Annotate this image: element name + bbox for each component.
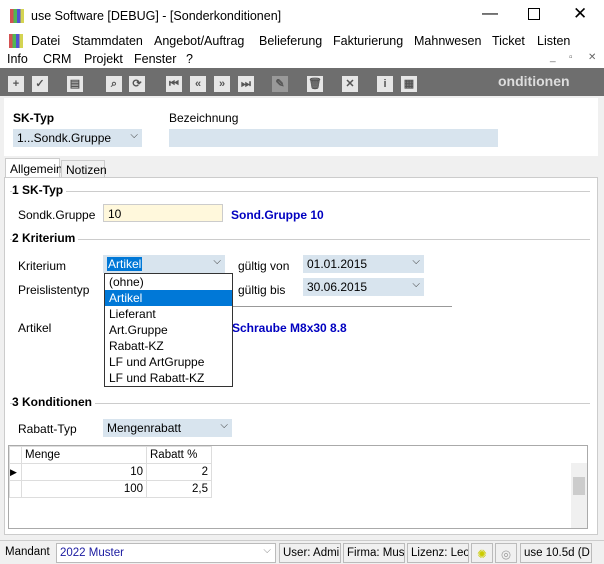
rabatt-typ-label: Rabatt-Typ [18, 422, 77, 436]
toolbar-caption: onditionen [498, 73, 570, 89]
gueltig-bis-label: gültig bis [238, 283, 286, 297]
status-version: use 10.5d (D [520, 543, 592, 563]
artikel-description: Schraube M8x30 8.8 [232, 321, 347, 335]
maximize-button[interactable] [528, 8, 540, 20]
mdi-restore-button[interactable]: ▫ [569, 52, 573, 63]
option-rabatt-kz[interactable]: Rabatt-KZ [105, 338, 232, 354]
bezeichnung-input[interactable] [169, 129, 498, 147]
close-button[interactable]: ✕ [573, 4, 587, 24]
add-icon[interactable]: + [8, 76, 24, 92]
artikel-label: Artikel [18, 321, 52, 335]
divider [233, 306, 452, 307]
toolbar: + ✓ ▤ ⌕ ⟳ ⏮ « » ⏭ ✎ 🗑 ✕ i ▦ onditionen [0, 68, 604, 96]
gueltig-von-date[interactable]: 01.01.2015 ⌵ [303, 255, 424, 273]
menu-crm[interactable]: CRM [43, 52, 71, 66]
sondk-gruppe-label: Sondk.Gruppe [18, 208, 96, 222]
section-sk-typ-title: 1 SK-Typ [12, 183, 67, 197]
notification-light-icon[interactable]: ✺ [471, 543, 493, 563]
kriterium-label: Kriterium [18, 259, 67, 273]
menu-bar: Datei Stammdaten Angebot/Auftrag Beliefe… [0, 32, 604, 68]
option-lf-rabatt-kz[interactable]: LF und Rabatt-KZ [105, 370, 232, 386]
sk-typ-select[interactable]: 1...Sondk.Gruppe ⌵ [13, 129, 142, 147]
column-header-menge[interactable]: Menge [21, 446, 147, 464]
sondk-gruppe-input[interactable]: 10 [103, 204, 223, 222]
menu-ticket[interactable]: Ticket [492, 34, 525, 48]
menu-datei[interactable]: Datei [31, 34, 60, 48]
menu-projekt[interactable]: Projekt [84, 52, 123, 66]
cancel-icon[interactable]: ✕ [342, 76, 358, 92]
konditionen-grid[interactable]: Menge Rabatt % ▶ 10 2 100 2,5 [8, 445, 588, 529]
search-icon[interactable]: ⌕ [106, 76, 122, 92]
print-icon[interactable]: ▤ [67, 76, 83, 92]
preislistentyp-label: Preislistentyp [18, 283, 90, 297]
minimize-button[interactable]: — [482, 5, 498, 23]
rabatt-typ-select[interactable]: Mengenrabatt ⌵ [103, 419, 232, 437]
header-panel: SK-Typ 1...Sondk.Gruppe ⌵ Bezeichnung [4, 98, 598, 156]
info-icon[interactable]: i [377, 76, 393, 92]
mdi-logo-icon [9, 34, 23, 48]
last-record-icon[interactable]: ⏭ [238, 76, 254, 92]
column-header-rabatt[interactable]: Rabatt % [146, 446, 212, 464]
gueltig-bis-date[interactable]: 30.06.2015 ⌵ [303, 278, 424, 296]
sk-typ-label: SK-Typ [13, 111, 55, 125]
status-user: User: Admir [279, 543, 341, 563]
menu-mahnwesen[interactable]: Mahnwesen [414, 34, 481, 48]
menu-angebot-auftrag[interactable]: Angebot/Auftrag [154, 34, 244, 48]
save-check-icon[interactable]: ✓ [32, 76, 48, 92]
kriterium-select[interactable]: Artikel ⌵ [103, 255, 225, 273]
status-firma: Firma: Must [343, 543, 405, 563]
menu-help[interactable]: ? [186, 52, 193, 66]
mandant-select[interactable]: 2022 Muster ⌵ [56, 543, 276, 563]
mdi-close-button[interactable]: ✕ [588, 52, 596, 63]
option-lf-artgruppe[interactable]: LF und ArtGruppe [105, 354, 232, 370]
refresh-icon[interactable]: ⟳ [129, 76, 145, 92]
tab-notizen[interactable]: Notizen [61, 160, 107, 178]
edit-icon[interactable]: ✎ [272, 76, 288, 92]
grid-icon[interactable]: ▦ [401, 76, 417, 92]
bezeichnung-label: Bezeichnung [169, 111, 239, 125]
next-record-icon[interactable]: » [214, 76, 230, 92]
option-art-gruppe[interactable]: Art.Gruppe [105, 322, 232, 338]
previous-record-icon[interactable]: « [190, 76, 206, 92]
status-bar: Mandant 2022 Muster ⌵ User: Admir Firma: … [0, 540, 604, 564]
section-konditionen-title: 3 Konditionen [12, 395, 95, 409]
gueltig-von-label: gültig von [238, 259, 290, 273]
sondk-gruppe-description: Sond.Gruppe 10 [231, 208, 324, 222]
table-row[interactable]: 100 2,5 [9, 480, 212, 498]
mdi-minimize-button[interactable]: _ [550, 52, 556, 63]
option-artikel[interactable]: Artikel [105, 290, 232, 306]
first-record-icon[interactable]: ⏮ [166, 76, 182, 92]
mandant-label: Mandant [5, 546, 50, 558]
delete-icon[interactable]: 🗑 [307, 76, 323, 92]
connection-icon[interactable]: ◎ [495, 543, 517, 563]
menu-fakturierung[interactable]: Fakturierung [333, 34, 403, 48]
status-lizenz: Lizenz: Leor [407, 543, 469, 563]
section-kriterium-title: 2 Kriterium [12, 231, 79, 245]
title-bar: use Software [DEBUG] - [Sonderkonditione… [0, 0, 604, 32]
table-row[interactable]: ▶ 10 2 [9, 463, 212, 481]
menu-stammdaten[interactable]: Stammdaten [72, 34, 143, 48]
menu-belieferung[interactable]: Belieferung [259, 34, 322, 48]
menu-listen[interactable]: Listen [537, 34, 570, 48]
grid-scrollbar[interactable] [571, 463, 587, 528]
option-lieferant[interactable]: Lieferant [105, 306, 232, 322]
menu-info[interactable]: Info [7, 52, 28, 66]
kriterium-dropdown-list: (ohne) Artikel Lieferant Art.Gruppe Raba… [104, 273, 233, 387]
menu-fenster[interactable]: Fenster [134, 52, 176, 66]
tab-allgemein[interactable]: Allgemein [5, 158, 63, 178]
app-logo-icon [10, 9, 24, 23]
option-ohne[interactable]: (ohne) [105, 274, 232, 290]
window-title: use Software [DEBUG] - [Sonderkonditione… [31, 9, 282, 23]
